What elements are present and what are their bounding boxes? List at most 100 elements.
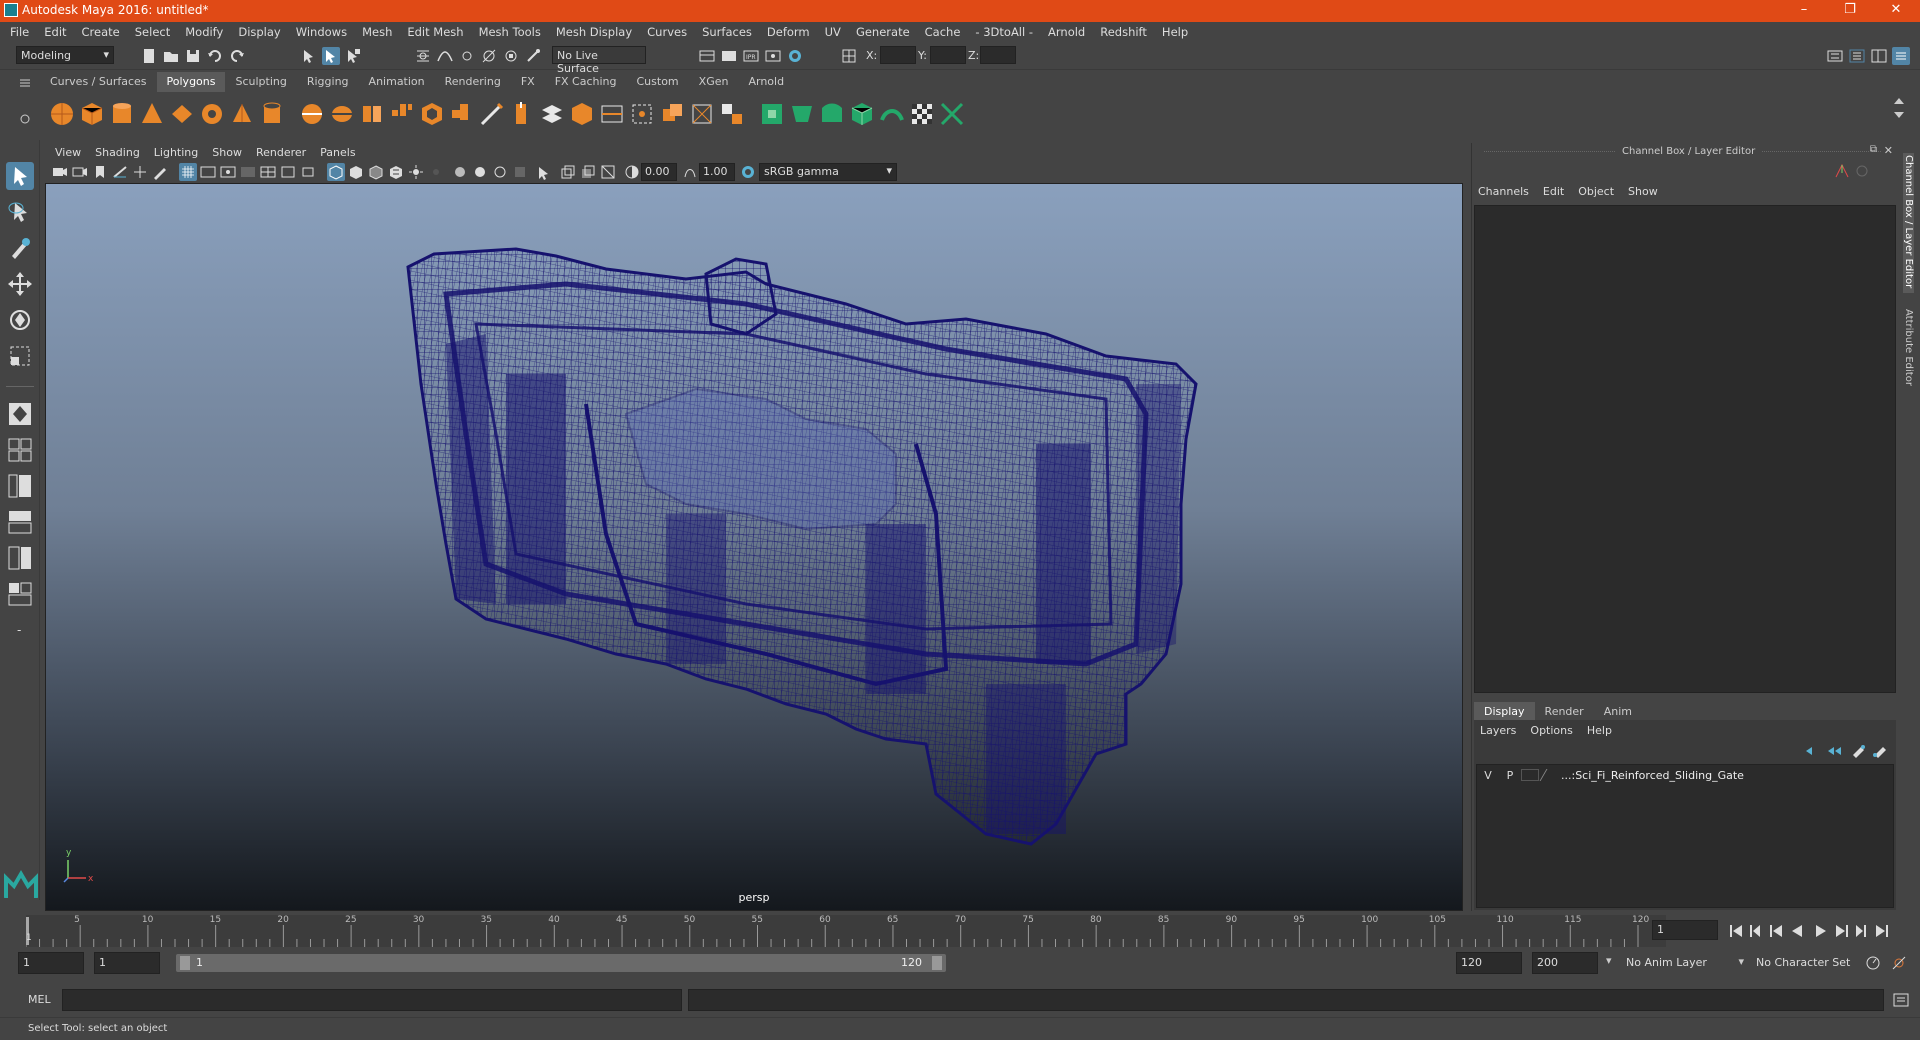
multi-cut-icon[interactable]: [478, 100, 506, 128]
shelf-tab-xgen[interactable]: XGen: [689, 72, 739, 92]
wireframe-shading-icon[interactable]: [327, 163, 345, 181]
rotate-tool-icon[interactable]: [6, 306, 34, 334]
scale-tool-icon[interactable]: [6, 342, 34, 370]
select-component-icon[interactable]: [344, 47, 362, 65]
view-transform-dropdown[interactable]: sRGB gamma ▾: [759, 163, 897, 181]
viewport-menu-show[interactable]: Show: [212, 146, 242, 159]
camera-attributes-icon[interactable]: [71, 163, 89, 181]
channel-box-edit-menu[interactable]: Edit: [1543, 185, 1564, 198]
channels-menu[interactable]: Channels: [1478, 185, 1529, 198]
move-layer-up-icon[interactable]: [1804, 744, 1820, 758]
z-field[interactable]: [980, 46, 1016, 64]
fill-hole-icon[interactable]: [598, 100, 626, 128]
unfold-icon[interactable]: [878, 100, 906, 128]
uv-sew-icon[interactable]: [938, 100, 966, 128]
snap-grid-icon[interactable]: [414, 47, 432, 65]
menu-create[interactable]: Create: [82, 25, 120, 39]
anim-layer-dropdown[interactable]: No Anim Layer ▾: [1622, 952, 1748, 974]
layer-visibility-toggle[interactable]: V: [1477, 769, 1499, 782]
menu-file[interactable]: File: [10, 25, 29, 39]
x-field[interactable]: [880, 46, 916, 64]
start-time-field[interactable]: 1: [18, 952, 84, 974]
shelf-tab-rigging[interactable]: Rigging: [297, 72, 359, 92]
gate-mask-icon[interactable]: [239, 163, 257, 181]
2d-pan-zoom-icon[interactable]: [131, 163, 149, 181]
viewport-menu-view[interactable]: View: [55, 146, 81, 159]
layer-color-swatch[interactable]: [1539, 769, 1561, 781]
menu-edit[interactable]: Edit: [44, 25, 66, 39]
cylindrical-mapping-icon[interactable]: [818, 100, 846, 128]
time-slider[interactable]: 5 10 15 20 25 30 35 40 45 50 55 60 65 70 75 80 85 90 95 100…: [0, 915, 1920, 947]
use-all-lights-icon[interactable]: [407, 163, 425, 181]
smooth-icon[interactable]: [388, 100, 416, 128]
speed-icon[interactable]: [1854, 163, 1870, 179]
viewport-menu-panels[interactable]: Panels: [320, 146, 355, 159]
planar-mapping-icon[interactable]: [788, 100, 816, 128]
gamma-field[interactable]: 1.00: [699, 163, 735, 181]
channel-box-area[interactable]: [1474, 205, 1896, 693]
new-layer-selected-icon[interactable]: [1872, 744, 1888, 758]
grease-pencil-icon[interactable]: [151, 163, 169, 181]
script-editor-icon[interactable]: [1892, 991, 1910, 1009]
menu-display[interactable]: Display: [238, 25, 280, 39]
menu-redshift[interactable]: Redshift: [1100, 25, 1147, 39]
persp-graph-layout-icon[interactable]: [6, 508, 34, 536]
resolution-gate-icon[interactable]: [219, 163, 237, 181]
camera-select-icon[interactable]: [51, 163, 69, 181]
shelf-tab-fx[interactable]: FX: [511, 72, 545, 92]
viewport-menu-lighting[interactable]: Lighting: [154, 146, 198, 159]
xray-active-components-icon[interactable]: [579, 163, 597, 181]
merge-icon[interactable]: [658, 100, 686, 128]
menu-cache[interactable]: Cache: [925, 25, 961, 39]
layers-menu[interactable]: Layers: [1480, 724, 1516, 737]
live-surface-field[interactable]: No Live Surface: [552, 46, 646, 75]
panel-close-icon[interactable]: ✕: [1884, 144, 1893, 157]
color-management-icon[interactable]: [739, 163, 757, 181]
y-field[interactable]: [930, 46, 966, 64]
shelf-tab-curves-surfaces[interactable]: Curves / Surfaces: [40, 72, 157, 92]
field-chart-icon[interactable]: [259, 163, 277, 181]
perspective-viewport[interactable]: y x persp: [45, 183, 1463, 911]
append-polygon-icon[interactable]: [568, 100, 596, 128]
extract-icon[interactable]: [358, 100, 386, 128]
snap-point-icon[interactable]: [458, 47, 476, 65]
command-input[interactable]: [62, 989, 682, 1011]
tool-settings-toggle-icon[interactable]: [1870, 47, 1888, 65]
ipr-render-icon[interactable]: IPR: [742, 47, 760, 65]
viewport-menu-renderer[interactable]: Renderer: [256, 146, 306, 159]
manipulator-icon[interactable]: [1834, 163, 1850, 179]
menu-modify[interactable]: Modify: [185, 25, 223, 39]
menu-mesh-tools[interactable]: Mesh Tools: [479, 25, 541, 39]
menu-surfaces[interactable]: Surfaces: [702, 25, 752, 39]
bridge-icon[interactable]: [538, 100, 566, 128]
menu-mesh[interactable]: Mesh: [362, 25, 392, 39]
playback-end-field[interactable]: 120: [1456, 952, 1522, 974]
poly-plane-icon[interactable]: [168, 100, 196, 128]
script-language-label[interactable]: MEL: [28, 993, 51, 1006]
automatic-mapping-icon[interactable]: [848, 100, 876, 128]
modeling-toolkit-icon[interactable]: [1826, 47, 1844, 65]
menu-generate[interactable]: Generate: [856, 25, 910, 39]
xray-icon[interactable]: [559, 163, 577, 181]
character-set-dropdown[interactable]: No Character Set: [1752, 952, 1870, 974]
persp-outliner-layout-icon[interactable]: [6, 472, 34, 500]
menu-3dtoall[interactable]: - 3DtoAll -: [975, 25, 1033, 39]
poly-torus-icon[interactable]: [198, 100, 226, 128]
snap-curve-icon[interactable]: [436, 47, 454, 65]
bevel-icon[interactable]: [418, 100, 446, 128]
layer-name[interactable]: ...:Sci_Fi_Reinforced_Sliding_Gate: [1561, 769, 1744, 782]
wireframe-model[interactable]: [46, 184, 1463, 911]
poly-cube-icon[interactable]: [78, 100, 106, 128]
single-perspective-layout-icon[interactable]: [6, 400, 34, 428]
shelf-menu-icon[interactable]: [18, 76, 32, 90]
lasso-tool-icon[interactable]: [6, 198, 34, 226]
menu-help[interactable]: Help: [1162, 25, 1188, 39]
poly-pipe-icon[interactable]: [258, 100, 286, 128]
hypershade-icon[interactable]: [786, 47, 804, 65]
channel-box-show-menu[interactable]: Show: [1628, 185, 1658, 198]
combine-icon[interactable]: [298, 100, 326, 128]
screen-space-ao-icon[interactable]: [451, 163, 469, 181]
menu-arnold[interactable]: Arnold: [1048, 25, 1085, 39]
shelf-tab-rendering[interactable]: Rendering: [435, 72, 511, 92]
layer-tab-render[interactable]: Render: [1535, 702, 1594, 721]
